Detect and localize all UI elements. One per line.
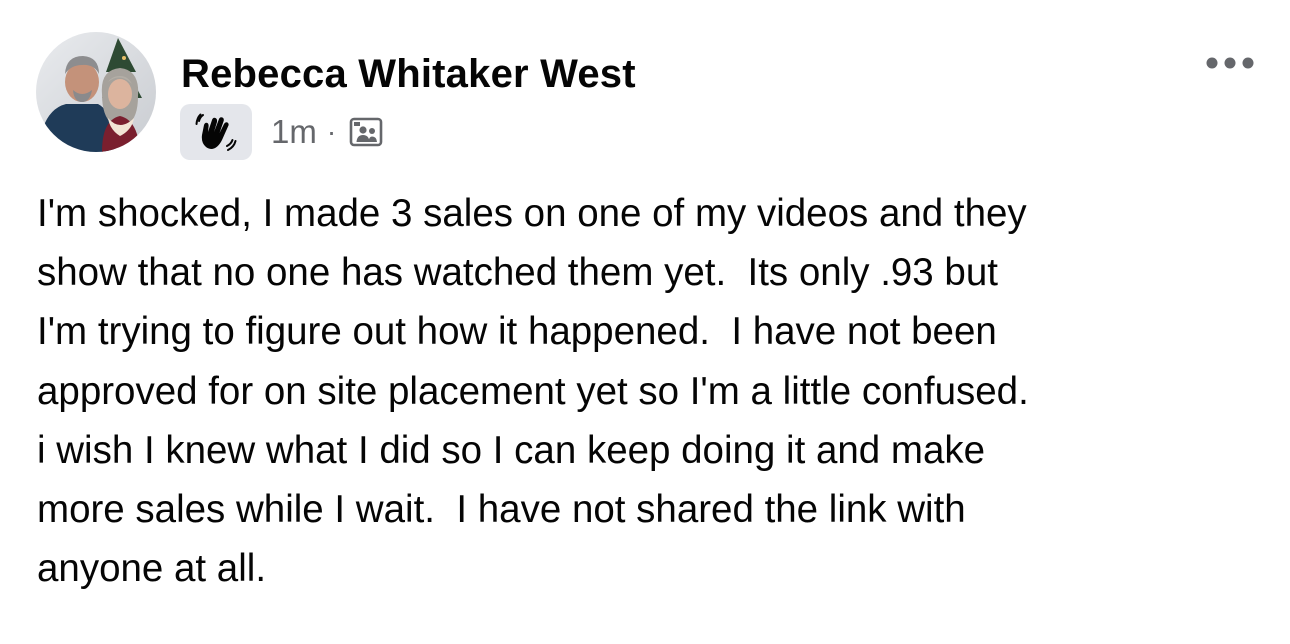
waving-hand-icon: [195, 113, 237, 151]
more-options-icon: [1206, 57, 1254, 69]
post-timestamp[interactable]: 1m: [271, 112, 317, 152]
audience-selector[interactable]: [348, 115, 384, 149]
more-options-button[interactable]: [1200, 48, 1260, 78]
post-body-line: more sales while I wait. I have not shar…: [37, 488, 966, 532]
post-body-line: show that no one has watched them yet. I…: [37, 251, 998, 295]
avatar-photo: [36, 32, 156, 152]
post-body-line: approved for on site placement yet so I'…: [37, 369, 1029, 413]
post-card: Rebecca Whitaker West 1m · I'm shocked, …: [0, 0, 1290, 644]
post-body-line: I'm trying to figure out how it happened…: [37, 310, 997, 354]
post-body-line: anyone at all.: [37, 547, 267, 591]
post-body: I'm shocked, I made 3 sales on one of my…: [37, 184, 1257, 598]
post-body-line: i wish I knew what I did so I can keep d…: [37, 428, 986, 472]
author-name[interactable]: Rebecca Whitaker West: [181, 50, 636, 98]
avatar[interactable]: [36, 32, 156, 152]
post-body-line: I'm shocked, I made 3 sales on one of my…: [37, 192, 1027, 235]
meta-separator: ·: [326, 116, 337, 147]
group-audience-icon: [349, 117, 383, 147]
post-meta: 1m ·: [180, 104, 384, 160]
badge[interactable]: [180, 104, 252, 160]
